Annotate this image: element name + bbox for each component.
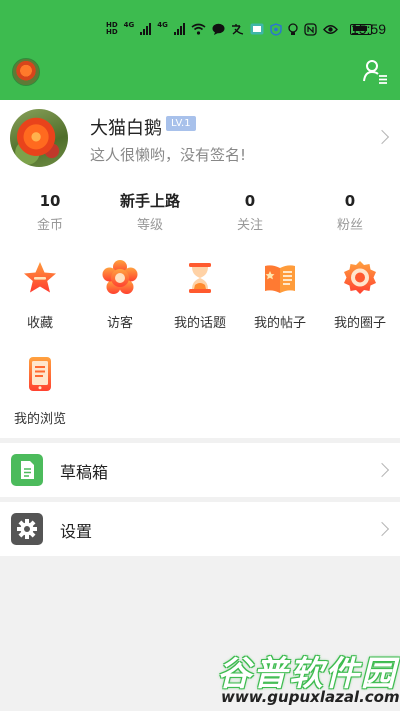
status-bar: HD HD 4G 4G 15:59 xyxy=(0,18,400,42)
chevron-right-icon xyxy=(374,129,390,145)
profile-header[interactable]: 大猫白鹅 LV.1 这人很懒哟，没有签名! xyxy=(0,100,400,176)
stats-bar: 10 金币 新手上路 等级 0 关注 0 粉丝 xyxy=(0,190,400,238)
header-avatar[interactable] xyxy=(12,58,40,86)
draft-icon xyxy=(11,454,43,486)
watermark-url: www.gupuxlazal.com xyxy=(221,688,400,706)
sim2-label: HD xyxy=(106,28,118,36)
status-time: 15:59 xyxy=(350,21,386,37)
bulb-icon xyxy=(288,22,298,35)
signal-1-icon xyxy=(140,23,152,35)
top-bar: HD HD 4G 4G 15:59 xyxy=(0,0,400,100)
stat-fans[interactable]: 0 粉丝 xyxy=(300,190,400,238)
stat-coins[interactable]: 10 金币 xyxy=(0,190,100,238)
app-badge-icon xyxy=(250,23,264,35)
profile-card: 大猫白鹅 LV.1 这人很懒哟，没有签名! 10 金币 新手上路 等级 0 关注… xyxy=(0,100,400,438)
stat-value: 0 xyxy=(344,192,356,210)
flower-icon xyxy=(102,260,138,294)
gear-glyph xyxy=(17,519,37,539)
avatar[interactable] xyxy=(10,109,68,167)
chat-icon xyxy=(212,23,225,35)
phone-icon xyxy=(29,357,51,391)
grid-item-favorites[interactable]: 收藏 xyxy=(0,260,80,331)
stat-level[interactable]: 新手上路 等级 xyxy=(100,190,200,238)
user-name: 大猫白鹅 xyxy=(90,118,162,139)
gear-icon xyxy=(11,513,43,545)
translate-icon xyxy=(231,24,244,35)
network-type-1: 4G xyxy=(123,21,135,29)
wifi-icon xyxy=(191,23,206,35)
level-badge: LV.1 xyxy=(166,116,196,131)
chevron-right-icon xyxy=(374,462,390,478)
grid-item-my-history[interactable]: 我的浏览 xyxy=(0,356,80,427)
chevron-right-icon xyxy=(374,521,390,537)
grid-label: 收藏 xyxy=(26,316,53,331)
shield-icon xyxy=(270,22,282,36)
stat-value: 10 xyxy=(39,192,61,210)
stat-value: 0 xyxy=(244,192,256,210)
grid-label: 我的圈子 xyxy=(333,316,386,331)
badge-icon xyxy=(344,261,376,294)
stat-label: 粉丝 xyxy=(336,218,363,233)
stat-label: 等级 xyxy=(136,218,163,233)
grid-item-my-posts[interactable]: 我的帖子 xyxy=(240,260,320,331)
list-item-drafts[interactable]: 草稿箱 xyxy=(0,443,400,497)
stat-label: 关注 xyxy=(236,218,263,233)
watermark: 谷普软件园 www.gupuxlazal.com xyxy=(217,646,400,708)
grid-item-visitors[interactable]: 访客 xyxy=(80,260,160,331)
list-label: 设置 xyxy=(60,522,93,541)
hourglass-icon xyxy=(189,263,211,293)
grid-label: 我的话题 xyxy=(173,316,226,331)
star-icon xyxy=(24,262,56,293)
grid-label: 访客 xyxy=(106,316,133,331)
user-list-icon[interactable] xyxy=(362,58,388,84)
status-icons: HD HD 4G 4G xyxy=(106,22,372,36)
signal-2-icon xyxy=(173,23,185,35)
stat-following[interactable]: 0 关注 xyxy=(200,190,300,238)
book-icon xyxy=(265,265,295,293)
eye-icon xyxy=(322,24,338,34)
grid-label: 我的浏览 xyxy=(13,412,66,427)
grid-item-my-circles[interactable]: 我的圈子 xyxy=(320,260,400,331)
stat-value: 新手上路 xyxy=(119,192,180,210)
user-signature: 这人很懒哟，没有签名! xyxy=(90,146,247,164)
sim-indicators: HD HD xyxy=(106,22,118,36)
draft-glyph xyxy=(21,461,34,479)
status-app-icons xyxy=(191,22,372,36)
list-label: 草稿箱 xyxy=(60,463,109,482)
grid-label: 我的帖子 xyxy=(253,316,306,331)
network-type-2: 4G xyxy=(157,21,168,29)
grid-item-my-topics[interactable]: 我的话题 xyxy=(160,260,240,331)
stat-label: 金币 xyxy=(36,218,63,233)
list-item-settings[interactable]: 设置 xyxy=(0,502,400,556)
nfc-icon xyxy=(304,22,317,36)
